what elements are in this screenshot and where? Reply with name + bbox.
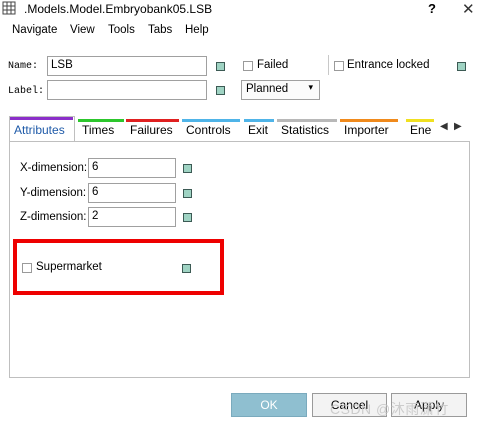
tab-scroll-right-icon[interactable]: ▶: [454, 121, 462, 132]
z-dimension-input[interactable]: 2: [88, 207, 176, 227]
label-label: Label:: [8, 86, 45, 97]
tab-energy[interactable]: Ene: [406, 119, 434, 141]
name-label: Name:: [8, 61, 39, 72]
tab-label: Statistics: [281, 123, 330, 137]
tab-statistics[interactable]: Statistics: [277, 119, 338, 141]
title-bar: .Models.Model.Embryobank05.LSB ? ✕: [0, 0, 489, 20]
tab-color-stripe: [406, 119, 434, 122]
label-inherit-indicator[interactable]: [216, 86, 225, 95]
tab-importer[interactable]: Importer: [340, 119, 399, 141]
tab-label: Times: [82, 123, 115, 137]
menu-navigate[interactable]: Navigate: [12, 24, 57, 36]
x-dimension-indicator[interactable]: [183, 164, 192, 173]
y-dimension-indicator[interactable]: [183, 189, 192, 198]
entrance-locked-checkbox[interactable]: [334, 61, 344, 71]
entrance-locked-indicator[interactable]: [457, 62, 466, 71]
menu-view[interactable]: View: [70, 24, 95, 36]
tab-label: Exit: [248, 123, 269, 137]
chevron-down-icon: ▾: [308, 82, 313, 92]
y-dimension-input[interactable]: 6: [88, 183, 176, 203]
tab-label: Controls: [186, 123, 231, 137]
name-inherit-indicator[interactable]: [216, 62, 225, 71]
entrance-locked-label: Entrance locked: [347, 59, 430, 71]
label-input[interactable]: [47, 80, 207, 100]
menu-tools[interactable]: Tools: [108, 24, 135, 36]
tab-label: Attributes: [14, 123, 65, 137]
tab-label: Failures: [130, 123, 173, 137]
header-divider: [328, 55, 329, 75]
tab-label: Importer: [344, 123, 389, 137]
failed-label: Failed: [257, 59, 289, 71]
tab-scroll-left-icon[interactable]: ◀: [440, 121, 448, 132]
x-dimension-label: X-dimension:: [20, 162, 88, 174]
status-selected-value: Planned: [246, 83, 289, 95]
tab-bar: Attributes Times Failures Controls Exit …: [9, 116, 434, 141]
z-dimension-label: Z-dimension:: [20, 211, 87, 223]
tab-attributes[interactable]: Attributes: [9, 116, 75, 141]
tab-color-stripe: [126, 119, 179, 122]
z-dimension-indicator[interactable]: [183, 213, 192, 222]
tab-exit[interactable]: Exit: [244, 119, 275, 141]
tab-label: Ene: [410, 123, 432, 137]
help-button[interactable]: ?: [428, 1, 436, 16]
y-dimension-label: Y-dimension:: [20, 187, 87, 199]
name-input[interactable]: LSB: [47, 56, 207, 76]
tab-color-stripe: [78, 119, 124, 122]
tab-controls[interactable]: Controls: [182, 119, 241, 141]
window-title: .Models.Model.Embryobank05.LSB: [24, 2, 213, 16]
tab-color-stripe: [277, 119, 337, 122]
tab-color-stripe: [340, 119, 398, 122]
highlight-box: [13, 239, 224, 295]
status-dropdown[interactable]: Planned ▾: [241, 80, 320, 100]
grid-app-icon: [2, 1, 16, 15]
tab-failures[interactable]: Failures: [126, 119, 180, 141]
x-dimension-input[interactable]: 6: [88, 158, 176, 178]
tab-color-stripe: [182, 119, 240, 122]
ok-button[interactable]: OK: [231, 393, 307, 417]
tab-color-stripe: [244, 119, 274, 122]
menu-help[interactable]: Help: [185, 24, 209, 36]
tab-times[interactable]: Times: [78, 119, 125, 141]
close-icon[interactable]: ✕: [462, 0, 475, 18]
failed-checkbox[interactable]: [243, 61, 253, 71]
menu-bar: Navigate View Tools Tabs Help: [0, 20, 489, 42]
menu-tabs[interactable]: Tabs: [148, 24, 172, 36]
watermark: CSDN @沐雨潇竹: [330, 401, 449, 417]
tab-color-stripe: [10, 117, 73, 120]
